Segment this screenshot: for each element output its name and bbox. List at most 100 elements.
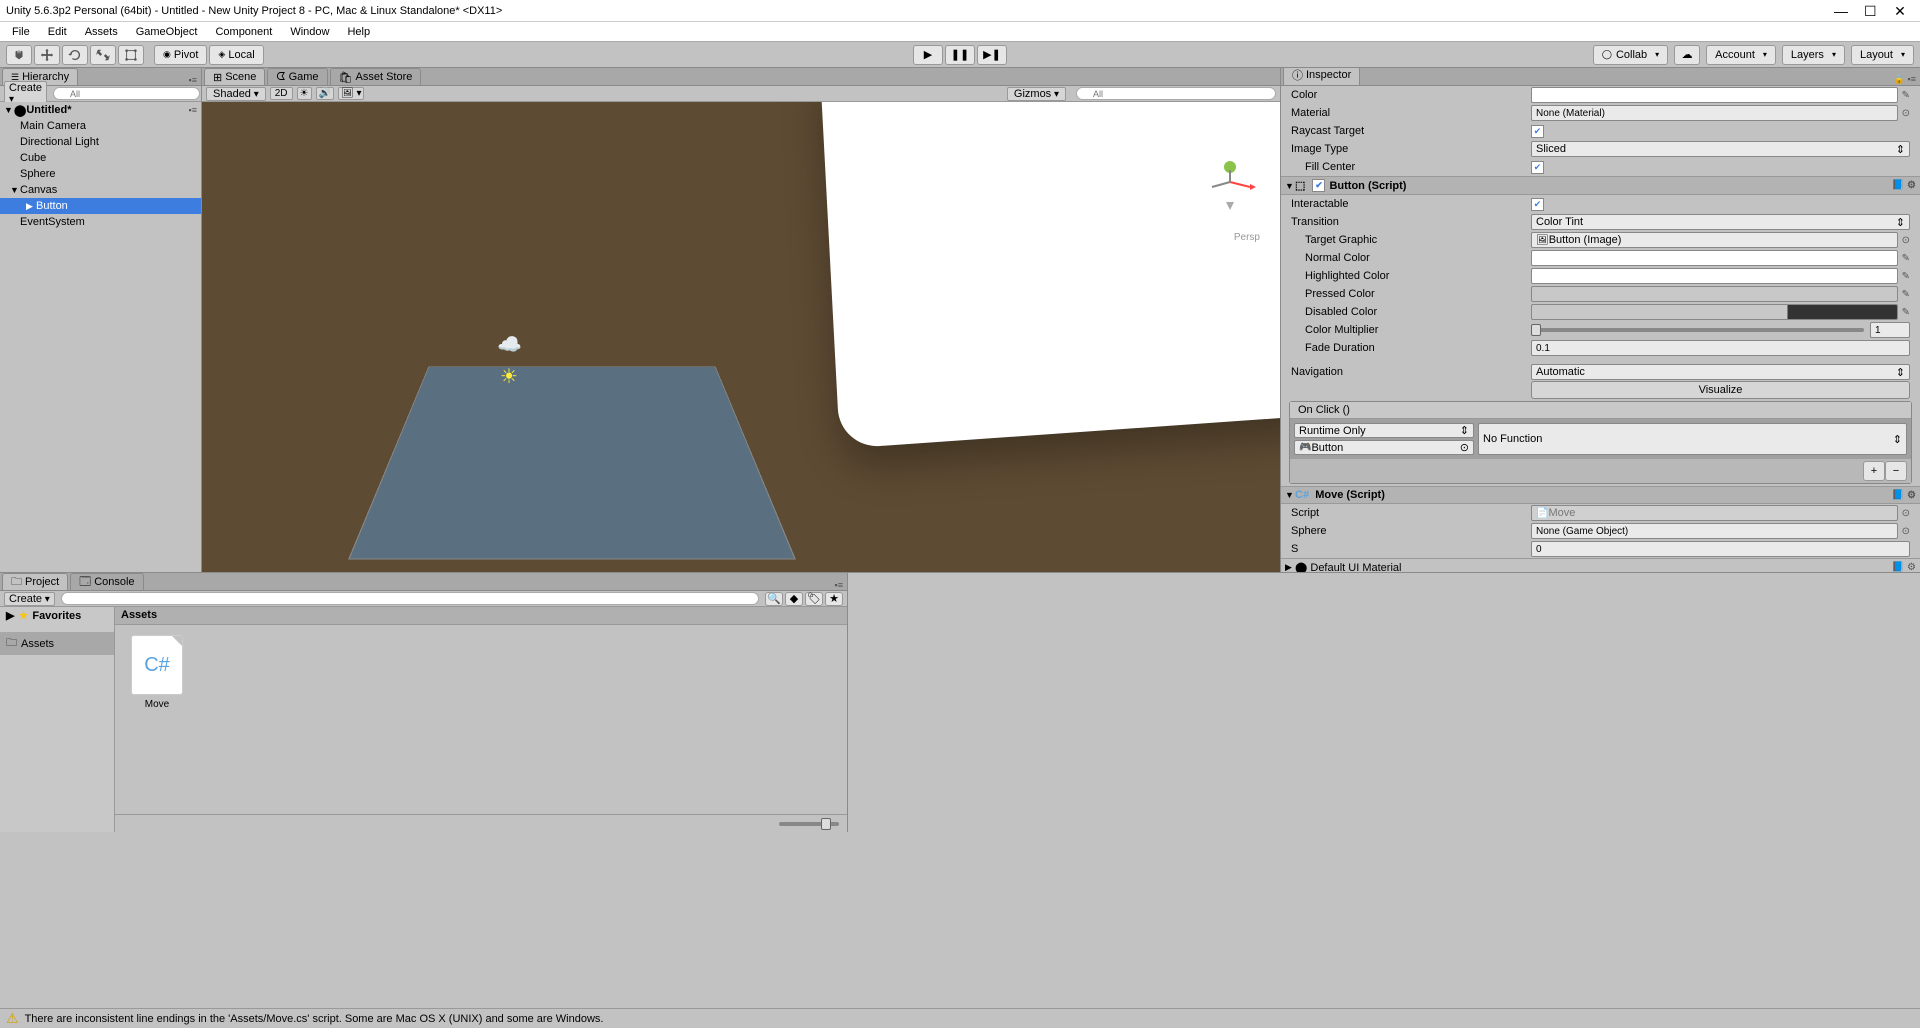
disabledcolor-field[interactable] bbox=[1531, 304, 1898, 320]
move-s-field[interactable]: 0 bbox=[1531, 541, 1910, 557]
tree-button[interactable]: ▶Button bbox=[0, 198, 201, 214]
hierarchy-search[interactable] bbox=[53, 87, 200, 100]
project-search[interactable] bbox=[61, 592, 759, 605]
project-create[interactable]: Create ▾ bbox=[4, 592, 55, 606]
rotate-tool[interactable] bbox=[62, 45, 88, 65]
color-field[interactable] bbox=[1531, 87, 1898, 103]
interactable-checkbox[interactable]: ✔ bbox=[1531, 198, 1544, 211]
console-tab[interactable]: 🗔Console bbox=[70, 573, 143, 590]
play-button[interactable]: ▶ bbox=[913, 45, 943, 65]
search-filter-icon[interactable]: 🔍 bbox=[765, 592, 783, 606]
rect-tool[interactable] bbox=[118, 45, 144, 65]
audio-toggle[interactable]: 🔊 bbox=[316, 87, 334, 100]
2d-toggle[interactable]: 2D bbox=[270, 87, 293, 100]
fx-toggle[interactable]: 🖼 ▾ bbox=[338, 87, 365, 100]
tree-directional-light[interactable]: Directional Light bbox=[0, 134, 201, 150]
shaded-dropdown[interactable]: Shaded ▾ bbox=[206, 87, 266, 101]
highlightedcolor-field[interactable] bbox=[1531, 268, 1898, 284]
gear-icon[interactable]: 📘 ⚙ bbox=[1892, 180, 1916, 191]
eyedropper-icon[interactable]: ✎ bbox=[1902, 271, 1910, 282]
breadcrumb[interactable]: Assets bbox=[115, 607, 847, 625]
menu-window[interactable]: Window bbox=[282, 24, 337, 40]
panel-menu-icon[interactable]: ▪≡ bbox=[189, 75, 197, 85]
pressedcolor-field[interactable] bbox=[1531, 286, 1898, 302]
menu-file[interactable]: File bbox=[4, 24, 38, 40]
hand-tool[interactable] bbox=[6, 45, 32, 65]
default-material-header[interactable]: ▶⬤ Default UI Material 📘 ⚙ bbox=[1281, 558, 1920, 572]
layers-dropdown[interactable]: Layers bbox=[1782, 45, 1845, 65]
maximize-button[interactable]: ☐ bbox=[1864, 5, 1876, 17]
menu-assets[interactable]: Assets bbox=[77, 24, 126, 40]
visualize-button[interactable]: Visualize bbox=[1531, 381, 1910, 399]
tree-cube[interactable]: Cube bbox=[0, 150, 201, 166]
favorites-header[interactable]: ▶ ★ Favorites bbox=[0, 607, 114, 624]
menu-edit[interactable]: Edit bbox=[40, 24, 75, 40]
gear-icon[interactable]: 📘 ⚙ bbox=[1892, 490, 1916, 501]
layout-dropdown[interactable]: Layout bbox=[1851, 45, 1914, 65]
remove-event-button[interactable]: − bbox=[1885, 461, 1907, 481]
navigation-dropdown[interactable]: Automatic⇕ bbox=[1531, 364, 1910, 380]
close-button[interactable]: ✕ bbox=[1894, 5, 1906, 17]
target-icon[interactable]: ⊙ bbox=[1902, 508, 1910, 519]
move-tool[interactable] bbox=[34, 45, 60, 65]
tree-sphere[interactable]: Sphere bbox=[0, 166, 201, 182]
favorite-save-icon[interactable]: ★ bbox=[825, 592, 843, 606]
scene-tab[interactable]: ⊞Scene bbox=[204, 68, 265, 85]
panel-menu-icon[interactable]: ▪≡ bbox=[835, 580, 843, 590]
pivot-toggle[interactable]: ◉ Pivot bbox=[154, 45, 207, 65]
inspector-tab[interactable]: ⓘInspector bbox=[1283, 68, 1360, 85]
target-icon[interactable]: ⊙ bbox=[1902, 526, 1910, 537]
button-component-header[interactable]: ▼⬚ ✔Button (Script) 📘 ⚙ bbox=[1281, 176, 1920, 195]
tree-canvas[interactable]: ▼Canvas bbox=[0, 182, 201, 198]
add-event-button[interactable]: + bbox=[1863, 461, 1885, 481]
zoom-slider[interactable] bbox=[779, 822, 839, 826]
material-field[interactable]: None (Material) bbox=[1531, 105, 1898, 121]
menu-help[interactable]: Help bbox=[339, 24, 378, 40]
colormult-slider[interactable] bbox=[1531, 328, 1864, 332]
menu-gameobject[interactable]: GameObject bbox=[128, 24, 206, 40]
minimize-button[interactable]: — bbox=[1834, 5, 1846, 17]
orientation-gizmo[interactable] bbox=[1200, 152, 1260, 212]
filter-type-icon[interactable]: ◆ bbox=[785, 592, 803, 606]
nofunc-dropdown[interactable]: No Function⇕ bbox=[1478, 423, 1907, 455]
project-tab[interactable]: 🗀Project bbox=[2, 573, 68, 590]
imagetype-dropdown[interactable]: Sliced⇕ bbox=[1531, 141, 1910, 157]
pause-button[interactable]: ❚❚ bbox=[945, 45, 975, 65]
collab-dropdown[interactable]: ◯Collab bbox=[1593, 45, 1668, 65]
local-toggle[interactable]: ◈ Local bbox=[209, 45, 263, 65]
fillcenter-checkbox[interactable]: ✔ bbox=[1531, 161, 1544, 174]
gear-icon[interactable]: 📘 ⚙ bbox=[1892, 562, 1916, 572]
lighting-toggle[interactable]: ☀ bbox=[297, 87, 312, 100]
account-dropdown[interactable]: Account bbox=[1706, 45, 1776, 65]
target-icon[interactable]: ⊙ bbox=[1902, 235, 1910, 246]
transition-dropdown[interactable]: Color Tint⇕ bbox=[1531, 214, 1910, 230]
step-button[interactable]: ▶❚ bbox=[977, 45, 1007, 65]
fade-field[interactable]: 0.1 bbox=[1531, 340, 1910, 356]
asset-store-tab[interactable]: 🛍Asset Store bbox=[330, 68, 422, 85]
asset-move-script[interactable]: C# Move bbox=[125, 635, 189, 804]
tree-main-camera[interactable]: Main Camera bbox=[0, 118, 201, 134]
eyedropper-icon[interactable]: ✎ bbox=[1902, 90, 1910, 101]
scene-viewport[interactable]: ☁️ ☀ Persp bbox=[202, 102, 1280, 572]
eyedropper-icon[interactable]: ✎ bbox=[1902, 289, 1910, 300]
scale-tool[interactable] bbox=[90, 45, 116, 65]
scene-root[interactable]: ▼⬤ Untitled*▪≡ bbox=[0, 102, 201, 118]
eyedropper-icon[interactable]: ✎ bbox=[1902, 307, 1910, 318]
onclick-object-field[interactable]: 🎮Button⊙ bbox=[1294, 440, 1474, 455]
move-sphere-field[interactable]: None (Game Object) bbox=[1531, 523, 1898, 539]
cloud-button[interactable]: ☁ bbox=[1674, 45, 1700, 65]
move-component-header[interactable]: ▼C# Move (Script) 📘 ⚙ bbox=[1281, 486, 1920, 504]
target-icon[interactable]: ⊙ bbox=[1902, 108, 1910, 119]
raycast-checkbox[interactable]: ✔ bbox=[1531, 125, 1544, 138]
inspector-menu-icon[interactable]: 🔒 ▪≡ bbox=[1894, 74, 1916, 85]
colormult-value[interactable]: 1 bbox=[1870, 322, 1910, 338]
status-bar[interactable]: ⚠ There are inconsistent line endings in… bbox=[0, 1008, 1920, 1028]
menu-component[interactable]: Component bbox=[207, 24, 280, 40]
tree-eventsystem[interactable]: EventSystem bbox=[0, 214, 201, 230]
runtime-dropdown[interactable]: Runtime Only⇕ bbox=[1294, 423, 1474, 438]
assets-folder[interactable]: 🗀 Assets bbox=[0, 632, 114, 655]
eyedropper-icon[interactable]: ✎ bbox=[1902, 253, 1910, 264]
filter-label-icon[interactable]: 🏷 bbox=[805, 592, 823, 606]
scene-search[interactable] bbox=[1076, 87, 1276, 100]
targetgraphic-field[interactable]: 🖼 Button (Image) bbox=[1531, 232, 1898, 248]
